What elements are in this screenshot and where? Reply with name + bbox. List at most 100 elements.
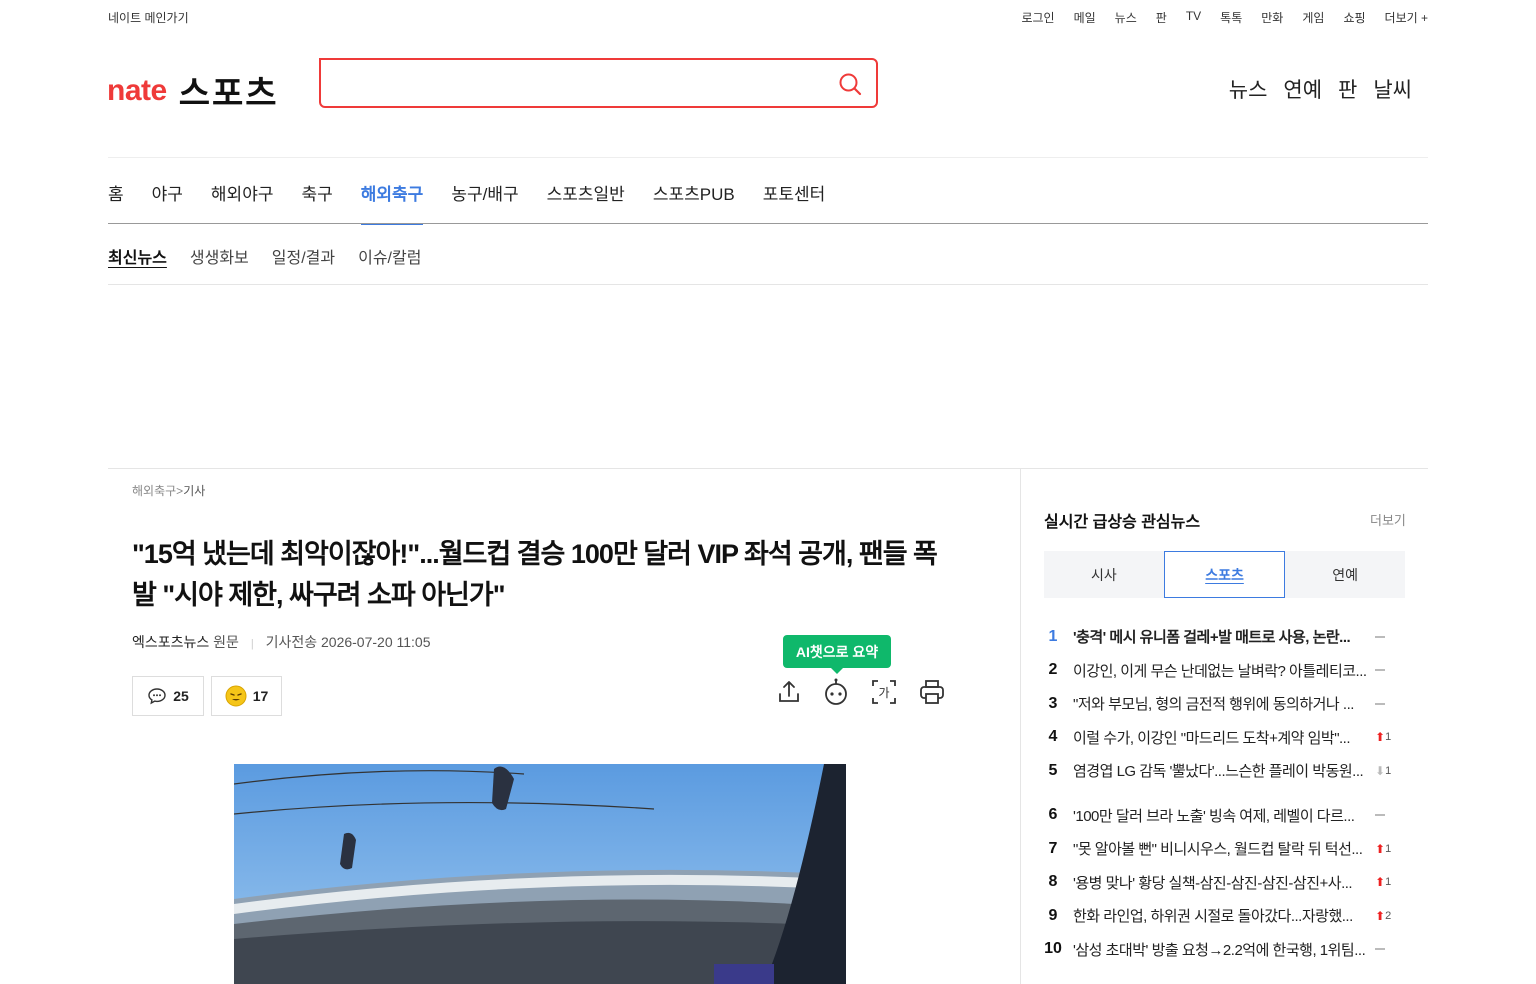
search-input[interactable] xyxy=(333,60,837,106)
article-source[interactable]: 엑스포츠뉴스 xyxy=(132,634,209,650)
reaction-button[interactable]: 17 xyxy=(211,676,282,716)
header-link-weather[interactable]: 날씨 xyxy=(1373,74,1412,104)
util-link-game[interactable]: 게임 xyxy=(1302,9,1324,26)
header-link-entertainment[interactable]: 연예 xyxy=(1283,74,1322,104)
nav-football[interactable]: 축구 xyxy=(301,180,332,225)
rank-headline[interactable]: 이럴 수가, 이강인 "마드리드 도착+계약 임박"... xyxy=(1073,727,1369,748)
rank-change xyxy=(1375,635,1405,638)
util-link-more[interactable]: 더보기 + xyxy=(1385,9,1428,26)
ranking-item[interactable]: 7 "못 알아볼 뻔" 비니시우스, 월드컵 탈락 뒤 턱선... ⬆ 1 xyxy=(1044,832,1405,866)
rank-delta: 1 xyxy=(1385,842,1392,855)
util-link-news[interactable]: 뉴스 xyxy=(1115,9,1137,26)
no-change-icon xyxy=(1375,948,1385,951)
ranking-item[interactable]: 8 '용병 맞나' 황당 실책-삼진-삼진-삼진-삼진+사... ⬆ 1 xyxy=(1044,866,1405,900)
ranking-item[interactable]: 9 한화 라인업, 하위권 시절로 돌아갔다...자랑했... ⬆ 2 xyxy=(1044,899,1405,933)
svg-text:가: 가 xyxy=(878,686,889,700)
rank-change xyxy=(1375,669,1405,672)
util-link-mail[interactable]: 메일 xyxy=(1074,9,1096,26)
rank-headline[interactable]: 한화 라인업, 하위권 시절로 돌아갔다...자랑했... xyxy=(1073,905,1369,926)
arrow-up-icon: ⬆ xyxy=(1375,730,1386,745)
rank-headline[interactable]: '충격' 메시 유니폼 걸레+발 매트로 사용, 논란... xyxy=(1073,626,1369,647)
no-change-icon xyxy=(1375,635,1385,638)
rank-change: ⬆ 1 xyxy=(1375,875,1405,889)
sent-time: 2026-07-20 11:05 xyxy=(321,634,431,650)
ranking-tabs: 시사 스포츠 연예 xyxy=(1044,551,1405,598)
nav-photo-center[interactable]: 포토센터 xyxy=(763,180,826,225)
rank-number: 3 xyxy=(1048,694,1058,712)
article-title: "15억 냈는데 최악이잖아!"...월드컵 결승 100만 달러 VIP 좌석… xyxy=(132,539,938,610)
rank-headline[interactable]: 염경엽 LG 감독 '뿔났다'...느슨한 플레이 박동원... xyxy=(1073,760,1369,781)
header-links: 뉴스 연예 판 날씨 xyxy=(1213,74,1412,104)
original-link[interactable]: 원문 xyxy=(213,634,239,650)
rank-number: 1 xyxy=(1048,627,1058,645)
font-size-icon[interactable]: 가 xyxy=(870,678,898,706)
util-link-tv[interactable]: TV xyxy=(1186,9,1201,26)
ranking-item[interactable]: 4 이럴 수가, 이강인 "마드리드 도착+계약 임박"... ⬆ 1 xyxy=(1044,721,1405,755)
rank-headline[interactable]: "못 알아볼 뻔" 비니시우스, 월드컵 탈락 뒤 턱선... xyxy=(1073,838,1369,859)
nav-sports-general[interactable]: 스포츠일반 xyxy=(547,180,625,225)
ranking-more-link[interactable]: 더보기 xyxy=(1370,510,1406,529)
tab-politics[interactable]: 시사 xyxy=(1044,551,1164,598)
nav-sports-pub[interactable]: 스포츠PUB xyxy=(653,180,735,225)
rank-number: 8 xyxy=(1048,873,1058,891)
nate-main-link[interactable]: 네이트 메인가기 xyxy=(108,9,189,26)
search-box xyxy=(319,58,878,108)
ai-summary-tooltip[interactable]: AI챗으로 요약 xyxy=(783,635,891,674)
site-logo[interactable]: nate 스포츠 xyxy=(107,66,279,115)
util-link-shopping[interactable]: 쇼핑 xyxy=(1343,9,1365,26)
share-icon[interactable] xyxy=(775,678,803,706)
tab-entertainment[interactable]: 연예 xyxy=(1285,551,1405,598)
nav-overseas-baseball[interactable]: 해외야구 xyxy=(211,180,274,225)
logo-sports: 스포츠 xyxy=(178,75,279,113)
rank-headline[interactable]: '삼성 초대박' 방출 요청→2.2억에 한국행, 1위팀... xyxy=(1073,939,1369,960)
util-link-pann[interactable]: 판 xyxy=(1156,9,1167,26)
util-link-comic[interactable]: 만화 xyxy=(1261,9,1283,26)
rank-change: ⬆ 1 xyxy=(1375,842,1405,856)
rank-number: 9 xyxy=(1048,906,1058,924)
ranking-item[interactable]: 5 염경엽 LG 감독 '뿔났다'...느슨한 플레이 박동원... ⬇ 1 xyxy=(1044,754,1405,788)
comment-count: 25 xyxy=(173,688,189,704)
rank-change xyxy=(1375,814,1405,817)
comment-button[interactable]: 25 xyxy=(132,676,204,716)
ranking-list: 1 '충격' 메시 유니폼 걸레+발 매트로 사용, 논란... 2 이강인, 이게 … xyxy=(1044,620,1405,966)
logo-nate: nate xyxy=(107,73,167,107)
rank-headline[interactable]: 이강인, 이게 무슨 난데없는 날벼락? 아틀레티코... xyxy=(1073,660,1369,681)
nav-overseas-football[interactable]: 해외축구 xyxy=(360,180,423,225)
ranking-item[interactable]: 10 '삼성 초대박' 방출 요청→2.2억에 한국행, 1위팀... xyxy=(1044,933,1405,967)
rank-headline[interactable]: '100만 달러 브라 노출' 빙속 여제, 레벨이 다르... xyxy=(1073,805,1369,826)
ranking-item[interactable]: 6 '100만 달러 브라 노출' 빙속 여제, 레벨이 다르... xyxy=(1044,799,1405,833)
ranking-item[interactable]: 2 이강인, 이게 무슨 난데없는 날벼락? 아틀레티코... xyxy=(1044,654,1405,688)
reaction-emoji-icon xyxy=(225,685,247,707)
header-link-news[interactable]: 뉴스 xyxy=(1229,74,1268,104)
rank-change xyxy=(1375,702,1405,705)
util-link-login[interactable]: 로그인 xyxy=(1021,9,1054,26)
subnav-photos[interactable]: 생생화보 xyxy=(190,244,249,268)
subnav-latest-news[interactable]: 최신뉴스 xyxy=(108,244,167,268)
nav-home[interactable]: 홈 xyxy=(108,180,124,225)
ranking-item[interactable]: 1 '충격' 메시 유니폼 걸레+발 매트로 사용, 논란... xyxy=(1044,620,1405,654)
header-link-pann[interactable]: 판 xyxy=(1338,74,1357,104)
util-link-talk[interactable]: 톡톡 xyxy=(1220,9,1242,26)
ai-chat-icon[interactable] xyxy=(822,678,850,706)
breadcrumb: 해외축구>기사 xyxy=(132,482,205,499)
rank-delta: 1 xyxy=(1385,876,1392,889)
subnav-column[interactable]: 이슈/칼럼 xyxy=(358,244,421,268)
print-icon[interactable] xyxy=(918,678,946,706)
ranking-title: 실시간 급상승 관심뉴스 xyxy=(1044,514,1201,531)
tab-sports[interactable]: 스포츠 xyxy=(1163,551,1286,598)
util-nav: 로그인 메일 뉴스 판 TV 톡톡 만화 게임 쇼핑 더보기 + xyxy=(1002,9,1428,26)
sent-label: 기사전송 xyxy=(265,634,318,650)
no-change-icon xyxy=(1375,814,1385,817)
subnav-schedule[interactable]: 일정/결과 xyxy=(272,244,335,268)
rank-headline[interactable]: "저와 부모님, 형의 금전적 행위에 동의하거나 ... xyxy=(1073,693,1369,714)
nav-basketball-volleyball[interactable]: 농구/배구 xyxy=(451,180,518,225)
ranking-item[interactable]: 3 "저와 부모님, 형의 금전적 행위에 동의하거나 ... xyxy=(1044,687,1405,721)
rank-number: 4 xyxy=(1048,728,1058,746)
rank-headline[interactable]: '용병 맞나' 황당 실책-삼진-삼진-삼진-삼진+사... xyxy=(1073,872,1369,893)
breadcrumb-section[interactable]: 해외축구 xyxy=(132,484,176,498)
nav-baseball[interactable]: 야구 xyxy=(152,180,183,225)
divider xyxy=(108,223,1428,224)
search-icon[interactable] xyxy=(838,72,862,101)
no-change-icon xyxy=(1375,669,1385,672)
rank-delta: 1 xyxy=(1385,764,1392,777)
